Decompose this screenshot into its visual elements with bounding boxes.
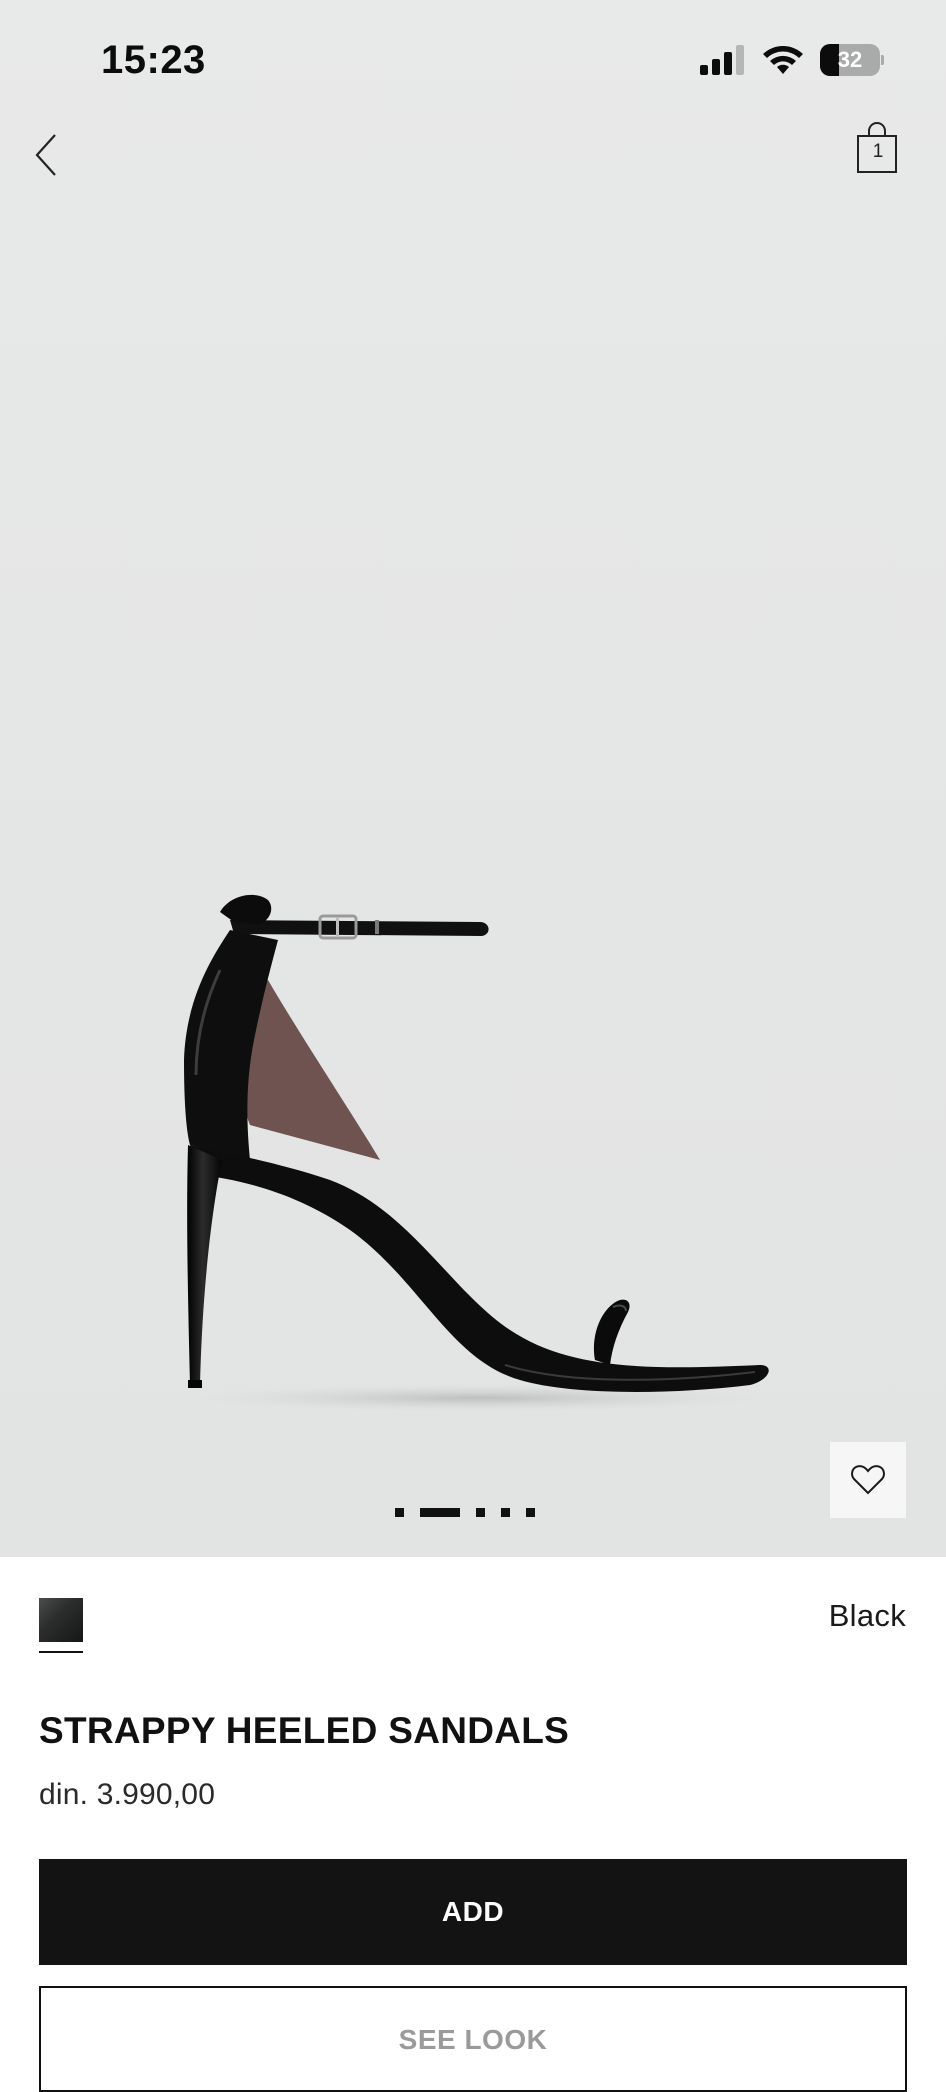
bag-item-count: 1: [872, 141, 884, 162]
wifi-icon: [763, 46, 803, 74]
shopping-bag-button[interactable]: 1: [852, 120, 904, 180]
heart-icon: [851, 1465, 885, 1495]
status-bar-time: 15:23: [101, 38, 206, 82]
pagination-dot[interactable]: [526, 1507, 535, 1517]
color-swatch-black[interactable]: [39, 1598, 83, 1642]
status-bar-icons: 32: [700, 44, 884, 76]
pagination-dot[interactable]: [395, 1507, 404, 1517]
product-price: din. 3.990,00: [39, 1778, 216, 1811]
back-button[interactable]: [22, 125, 70, 185]
battery-level: 32: [837, 47, 863, 72]
chevron-left-icon: [35, 134, 56, 176]
product-title: STRAPPY HEELED SANDALS: [39, 1710, 570, 1751]
product-image-sandal: [180, 894, 780, 1412]
add-to-wishlist-button[interactable]: [830, 1442, 906, 1518]
selected-color-name: Black: [828, 1598, 906, 1633]
pagination-dot[interactable]: [501, 1507, 510, 1517]
see-look-button[interactable]: SEE LOOK: [39, 1986, 907, 2092]
battery-icon: 32: [820, 44, 884, 76]
image-pagination: [395, 1507, 535, 1517]
add-to-cart-button[interactable]: ADD: [39, 1859, 907, 1965]
cellular-signal-icon: [700, 45, 744, 75]
product-image-gallery[interactable]: 15:23 32 1: [0, 0, 946, 1557]
selected-swatch-indicator: [39, 1651, 83, 1653]
pagination-dot-active[interactable]: [420, 1507, 460, 1517]
pagination-dot[interactable]: [476, 1507, 485, 1517]
